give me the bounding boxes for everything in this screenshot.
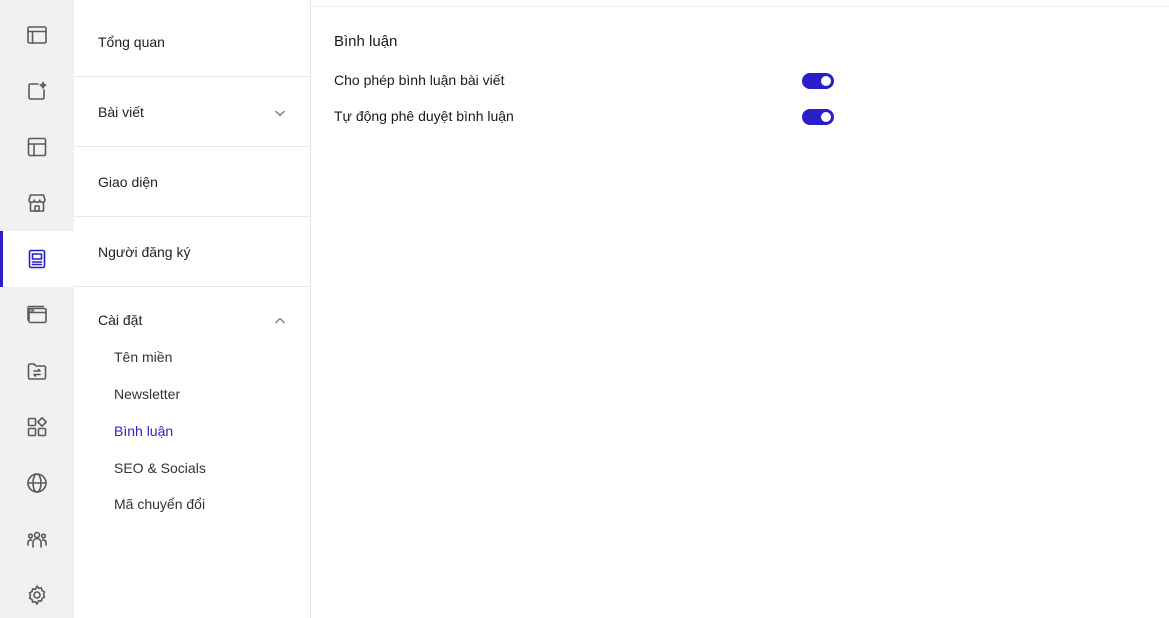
- icon-rail: [0, 0, 74, 618]
- rail-item-settings[interactable]: [0, 567, 74, 618]
- rail-item-files[interactable]: [0, 343, 74, 399]
- settings-child-comments[interactable]: Bình luận: [114, 419, 173, 443]
- subnav-label: Cài đặt: [98, 312, 143, 328]
- gear-icon: [28, 585, 46, 605]
- allow-comments-toggle[interactable]: [802, 73, 834, 89]
- subnav-item-overview[interactable]: Tổng quan: [74, 7, 310, 77]
- subnav-label: Giao diện: [98, 173, 158, 190]
- rail-item-create[interactable]: [0, 63, 74, 119]
- sub-navigation: Tổng quan Bài viết Giao diện Người đăng …: [74, 0, 311, 618]
- setting-row-auto-approve: Tự động phê duyệt bình luận: [334, 105, 834, 129]
- rail-item-tabs[interactable]: [0, 287, 74, 343]
- toggle-knob: [821, 112, 831, 122]
- settings-child-conversion-code[interactable]: Mã chuyển đổi: [114, 492, 205, 516]
- store-icon: [28, 194, 46, 212]
- setting-row-allow-comments: Cho phép bình luận bài viết: [334, 69, 834, 93]
- settings-child-seo-socials[interactable]: SEO & Socials: [114, 456, 206, 480]
- subnav-item-subscribers[interactable]: Người đăng ký: [74, 217, 310, 287]
- subnav-label: Bài viết: [98, 103, 144, 120]
- rail-item-layout[interactable]: [0, 119, 74, 175]
- subnav-item-posts[interactable]: Bài viết: [74, 77, 310, 147]
- page-title: Bình luận: [334, 33, 398, 50]
- toggle-knob: [821, 76, 831, 86]
- auto-approve-toggle[interactable]: [802, 109, 834, 125]
- setting-label: Cho phép bình luận bài viết: [334, 72, 505, 88]
- browser-tabs-icon: [27, 305, 47, 324]
- subnav-item-appearance[interactable]: Giao diện: [74, 147, 310, 217]
- rail-item-blog[interactable]: [0, 231, 74, 287]
- subnav-label: Người đăng ký: [98, 243, 191, 260]
- settings-child-newsletter[interactable]: Newsletter: [114, 382, 180, 406]
- browser-window-icon: [27, 26, 47, 44]
- rail-item-browser[interactable]: [0, 7, 74, 63]
- subnav-label: Tổng quan: [98, 33, 165, 50]
- blog-newspaper-icon: [28, 249, 46, 269]
- rail-item-domains[interactable]: [0, 455, 74, 511]
- rail-item-apps[interactable]: [0, 399, 74, 455]
- settings-child-domain[interactable]: Tên miền: [114, 345, 172, 369]
- chevron-down-icon: [274, 106, 286, 118]
- add-post-sparkle-icon: [28, 81, 47, 100]
- rail-item-users[interactable]: [0, 511, 74, 567]
- users-group-icon: [27, 531, 47, 548]
- rail-item-store[interactable]: [0, 175, 74, 231]
- folder-transfer-icon: [27, 363, 47, 380]
- subnav-item-settings[interactable]: Cài đặt: [74, 285, 310, 355]
- apps-grid-icon: [27, 417, 47, 437]
- layout-icon: [27, 137, 47, 157]
- globe-icon: [27, 473, 47, 493]
- main-content: Bình luận Cho phép bình luận bài viết Tự…: [311, 7, 1169, 618]
- chevron-up-icon: [274, 314, 286, 326]
- setting-label: Tự động phê duyệt bình luận: [334, 108, 514, 124]
